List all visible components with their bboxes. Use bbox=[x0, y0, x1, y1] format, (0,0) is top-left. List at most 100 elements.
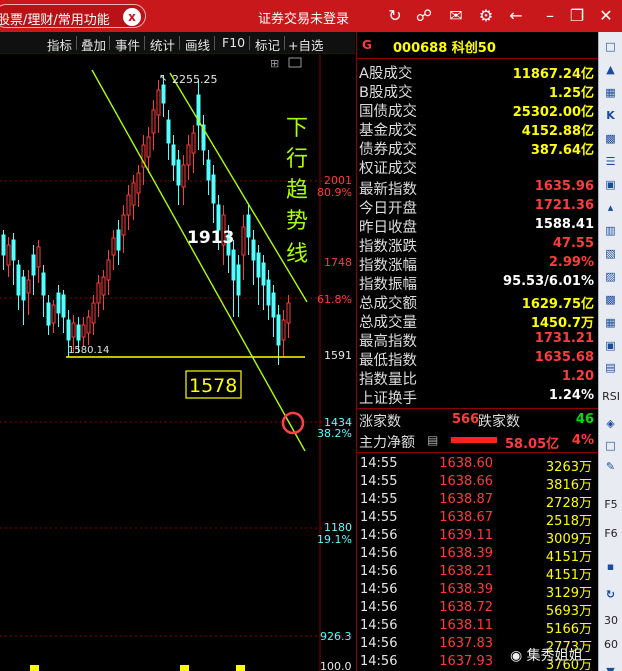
price-axis: 2001 80.9% 1748 61.8% 1591 1434 38.2% 11… bbox=[317, 174, 352, 671]
compare-icon[interactable]: ▪ bbox=[601, 557, 620, 576]
add-watchlist-button[interactable]: +自选 bbox=[288, 35, 323, 54]
stat-row: 昨日收盘 1588.41 bbox=[357, 215, 598, 236]
tick-price: 1638.21 bbox=[439, 564, 493, 579]
tick-price: 1638.66 bbox=[439, 474, 493, 489]
gear-icon[interactable]: ⚙ bbox=[476, 6, 496, 26]
flow-detail-icon[interactable]: ▤ bbox=[427, 433, 438, 447]
stat-label: 上证换手 bbox=[359, 391, 417, 407]
ruler-icon[interactable]: □ bbox=[601, 436, 620, 455]
stat-row: 权证成交 bbox=[357, 156, 598, 177]
list-icon[interactable]: ☰ bbox=[601, 152, 620, 171]
indicator-button[interactable]: 指标 bbox=[47, 35, 72, 54]
trend-text-group: 下 行 趋 势 线 bbox=[286, 116, 308, 267]
stat-label: 权证成交 bbox=[359, 161, 417, 177]
stat-row: 总成交额 1629.75亿 bbox=[357, 291, 598, 312]
tick-row[interactable]: 14:55 1638.87 2728万 bbox=[357, 491, 598, 511]
k-icon[interactable]: K bbox=[601, 106, 620, 125]
tick-time: 14:56 bbox=[360, 618, 398, 633]
bar-icon[interactable]: ▩ bbox=[601, 129, 620, 148]
list2-icon[interactable]: ▥ bbox=[601, 221, 620, 240]
stat-row: 指数涨跌 47.55 bbox=[357, 234, 598, 255]
candlestick-plot[interactable]: 1580.14 ↖ 2255.25 1913 1578 下 行 趋 势 线 ⊞ … bbox=[0, 55, 355, 671]
f6-button[interactable]: F6 bbox=[600, 527, 622, 540]
tick-price: 1638.11 bbox=[439, 618, 493, 633]
stack-icon[interactable]: ▤ bbox=[601, 358, 620, 377]
close-icon[interactable]: ✕ bbox=[596, 6, 616, 26]
axis-pct-618: 61.8% bbox=[317, 293, 352, 306]
candle-body bbox=[106, 259, 111, 281]
f10-button[interactable]: F10 bbox=[222, 35, 245, 50]
period-60-button[interactable]: 60 bbox=[600, 638, 622, 651]
annotation-1913: 1913 bbox=[187, 228, 234, 248]
candle-body bbox=[16, 264, 21, 296]
stat-row: 指数量比 1.20 bbox=[357, 367, 598, 388]
candle-body bbox=[281, 319, 286, 341]
back-arrow-icon[interactable]: ← bbox=[506, 6, 526, 26]
tick-row[interactable]: 14:56 1638.72 5693万 bbox=[357, 599, 598, 619]
tick-time: 14:56 bbox=[360, 636, 398, 651]
title-bar: 股票/理财/常用功能 x 证券交易未登录 ↻ ☍ ✉ ⚙ ← – ❐ ✕ bbox=[0, 0, 622, 32]
bars-icon[interactable]: ▧ bbox=[601, 244, 620, 263]
search-input[interactable]: 股票/理财/常用功能 bbox=[0, 9, 110, 28]
table2-icon[interactable]: ▦ bbox=[601, 313, 620, 332]
pencil-icon[interactable]: ✎ bbox=[601, 457, 620, 476]
kline-chart[interactable]: 1580.14 ↖ 2255.25 1913 1578 下 行 趋 势 线 ⊞ … bbox=[0, 55, 355, 671]
tick-time: 14:56 bbox=[360, 546, 398, 561]
layers-icon[interactable]: ◈ bbox=[601, 414, 620, 433]
candle-body bbox=[86, 316, 91, 334]
stat-row: 指数振幅 95.53/6.01% bbox=[357, 272, 598, 293]
minimize-icon[interactable]: – bbox=[540, 6, 560, 26]
mark-button[interactable]: 标记 bbox=[255, 35, 280, 54]
doc-icon[interactable]: ▩ bbox=[601, 290, 620, 309]
tick-row[interactable]: 14:56 1638.11 5166万 bbox=[357, 617, 598, 637]
stat-row: 总成交量 1450.7万 bbox=[357, 310, 598, 331]
period-30-button[interactable]: 30 bbox=[600, 614, 622, 627]
overlay-button[interactable]: 叠加 bbox=[81, 35, 106, 54]
event-button[interactable]: 事件 bbox=[115, 35, 140, 54]
chart-icon[interactable]: ▴ bbox=[601, 198, 620, 217]
candle-body bbox=[91, 302, 96, 324]
search-box[interactable]: 股票/理财/常用功能 x bbox=[0, 4, 146, 28]
sync-icon[interactable]: ↻ bbox=[601, 585, 620, 604]
stat-row: B股成交 1.25亿 bbox=[357, 80, 598, 101]
tick-time: 14:56 bbox=[360, 582, 398, 597]
candle-body bbox=[81, 324, 86, 338]
tick-row[interactable]: 14:56 1638.39 3129万 bbox=[357, 581, 598, 601]
candle-body bbox=[76, 324, 81, 341]
up-icon[interactable]: ▲ bbox=[601, 60, 620, 79]
box-icon[interactable]: ▣ bbox=[601, 336, 620, 355]
main-flow-label: 主力净额 bbox=[359, 435, 415, 451]
candle-body bbox=[176, 159, 181, 186]
candle-body bbox=[216, 204, 221, 231]
candle-body bbox=[111, 237, 116, 256]
square-icon[interactable]: □ bbox=[601, 37, 620, 56]
tick-time: 14:56 bbox=[360, 528, 398, 543]
expand-icon[interactable]: ▼ bbox=[601, 662, 620, 671]
tick-row[interactable]: 14:55 1638.66 3816万 bbox=[357, 473, 598, 493]
axis-label-100: 100.0 bbox=[320, 660, 352, 671]
message-icon[interactable]: ✉ bbox=[446, 6, 466, 26]
candle-body bbox=[171, 144, 176, 166]
index-code-name[interactable]: 000688 科创50 bbox=[393, 37, 496, 56]
grid-icon[interactable]: ▦ bbox=[601, 83, 620, 102]
tick-row[interactable]: 14:55 1638.60 3263万 bbox=[357, 455, 598, 475]
login-status[interactable]: 证券交易未登录 bbox=[258, 8, 349, 27]
tick-row[interactable]: 14:56 1638.21 4151万 bbox=[357, 563, 598, 583]
maximize-icon[interactable]: ❐ bbox=[567, 6, 587, 26]
shirt-icon[interactable]: ☍ bbox=[414, 6, 434, 26]
stat-value: 1588.41 bbox=[534, 217, 594, 232]
tick-row[interactable]: 14:56 1639.11 3009万 bbox=[357, 527, 598, 547]
candle-body bbox=[11, 239, 16, 261]
rsi-button[interactable]: RSI bbox=[600, 390, 622, 403]
tick-row[interactable]: 14:56 1638.39 4151万 bbox=[357, 545, 598, 565]
search-icon[interactable]: x bbox=[123, 8, 141, 26]
draw-line-button[interactable]: 画线 bbox=[185, 35, 210, 54]
tick-row[interactable]: 14:55 1638.67 2518万 bbox=[357, 509, 598, 529]
table-icon[interactable]: ▣ bbox=[601, 175, 620, 194]
tick-price: 1637.83 bbox=[439, 636, 493, 651]
advance-decline-row: 涨家数 566 跌家数 46 bbox=[357, 410, 598, 430]
grid2-icon[interactable]: ▨ bbox=[601, 267, 620, 286]
statistics-button[interactable]: 统计 bbox=[150, 35, 175, 54]
refresh-icon[interactable]: ↻ bbox=[385, 6, 405, 26]
f5-button[interactable]: F5 bbox=[600, 498, 622, 511]
